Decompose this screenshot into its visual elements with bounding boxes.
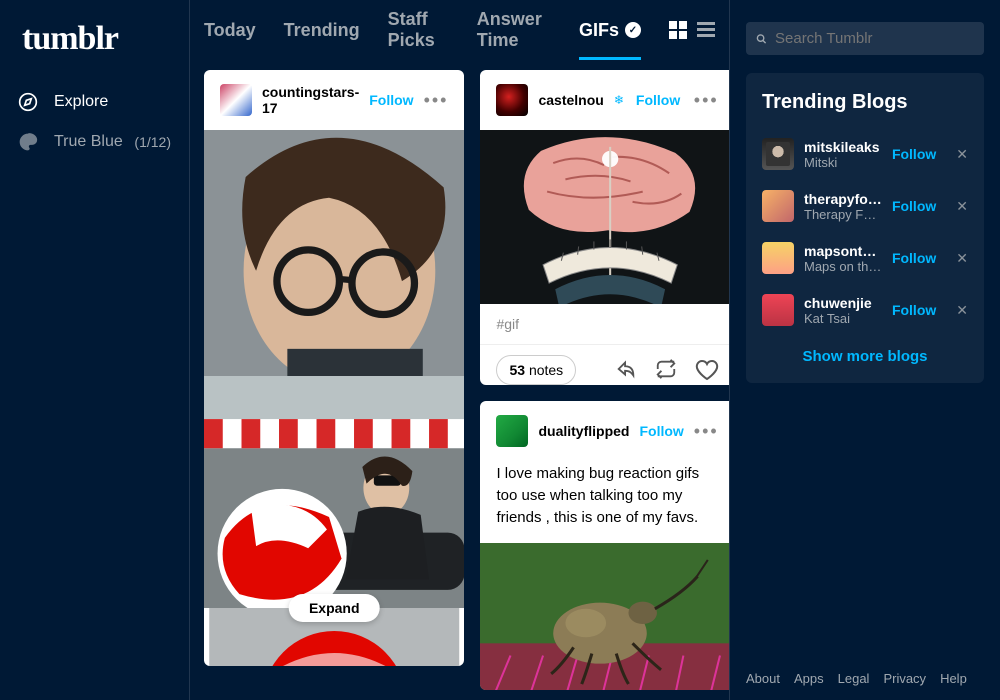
- follow-link[interactable]: Follow: [639, 423, 683, 439]
- post-username[interactable]: countingstars-17: [262, 84, 359, 116]
- follow-link[interactable]: Follow: [892, 250, 936, 266]
- follow-link[interactable]: Follow: [892, 146, 936, 162]
- tab-label: GIFs: [579, 20, 619, 41]
- nav-label: True Blue: [54, 133, 134, 151]
- footer-privacy[interactable]: Privacy: [883, 671, 926, 686]
- post-body: I love making bug reaction gifs too use …: [480, 461, 729, 542]
- blog-name[interactable]: mapsontheweb: [804, 243, 882, 259]
- dismiss-icon[interactable]: ✕: [956, 302, 968, 319]
- blog-row: therapyforblackgirlsTherapy For Black...…: [746, 180, 984, 232]
- blog-name[interactable]: mitskileaks: [804, 139, 882, 155]
- sidebar-left: tumblr Explore True Blue (1/12): [0, 0, 190, 700]
- follow-link[interactable]: Follow: [369, 92, 413, 108]
- logo[interactable]: tumblr: [0, 20, 189, 82]
- more-icon[interactable]: •••: [694, 90, 719, 111]
- tabs: Today Trending Staff Picks Answer Time G…: [190, 0, 729, 60]
- avatar[interactable]: [762, 242, 794, 274]
- search-box[interactable]: [746, 22, 984, 55]
- post-card: dualityflipped Follow ••• I love making …: [480, 401, 729, 690]
- blog-row: mapsonthewebMaps on the Web Follow ✕: [746, 232, 984, 284]
- follow-link[interactable]: Follow: [636, 92, 680, 108]
- expand-button[interactable]: Expand: [289, 594, 380, 622]
- tab-answer-time[interactable]: Answer Time: [477, 0, 551, 60]
- footer-apps[interactable]: Apps: [794, 671, 824, 686]
- tab-staff-picks[interactable]: Staff Picks: [388, 0, 449, 60]
- blog-subtitle: Maps on the Web: [804, 259, 882, 274]
- view-toggle: [669, 21, 715, 39]
- blog-row: mitskileaksMitski Follow ✕: [746, 128, 984, 180]
- show-more-blogs[interactable]: Show more blogs: [746, 336, 984, 369]
- dismiss-icon[interactable]: ✕: [956, 250, 968, 267]
- dismiss-icon[interactable]: ✕: [956, 146, 968, 163]
- blog-subtitle: Therapy For Black...: [804, 207, 882, 222]
- search-icon: [756, 31, 767, 47]
- compass-icon: [18, 92, 38, 112]
- trending-blogs: Trending Blogs mitskileaksMitski Follow …: [746, 73, 984, 383]
- avatar[interactable]: [220, 84, 252, 116]
- post-image[interactable]: [204, 130, 464, 376]
- check-icon: ✓: [625, 22, 641, 38]
- nav-explore[interactable]: Explore: [0, 82, 189, 122]
- share-icon[interactable]: [615, 358, 637, 380]
- search-input[interactable]: [775, 30, 974, 47]
- avatar[interactable]: [762, 138, 794, 170]
- footer-help[interactable]: Help: [940, 671, 967, 686]
- notes-button[interactable]: 53 notes: [496, 355, 576, 385]
- avatar[interactable]: [762, 294, 794, 326]
- dismiss-icon[interactable]: ✕: [956, 198, 968, 215]
- more-icon[interactable]: •••: [694, 421, 719, 442]
- tab-trending[interactable]: Trending: [284, 0, 360, 60]
- footer-legal[interactable]: Legal: [838, 671, 870, 686]
- post-image[interactable]: Expand: [204, 376, 464, 608]
- footer-links: About Apps Legal Privacy Help: [746, 657, 984, 700]
- more-icon[interactable]: •••: [424, 90, 449, 111]
- post-image[interactable]: [480, 543, 729, 690]
- blog-subtitle: Kat Tsai: [804, 311, 882, 326]
- post-card: castelnou ❄ Follow •••: [480, 70, 729, 385]
- trending-title: Trending Blogs: [746, 91, 984, 128]
- post-image[interactable]: [480, 130, 729, 304]
- sidebar-right: Trending Blogs mitskileaksMitski Follow …: [730, 0, 1000, 700]
- tab-today[interactable]: Today: [204, 0, 256, 60]
- palette-icon: [18, 132, 38, 152]
- tab-gifs[interactable]: GIFs ✓: [579, 0, 641, 60]
- verified-icon: ❄: [614, 93, 624, 107]
- feed: countingstars-17 Follow •••: [190, 60, 729, 700]
- blog-subtitle: Mitski: [804, 155, 882, 170]
- nav-true-blue[interactable]: True Blue (1/12): [0, 122, 189, 162]
- footer-about[interactable]: About: [746, 671, 780, 686]
- follow-link[interactable]: Follow: [892, 302, 936, 318]
- like-icon[interactable]: [695, 358, 719, 382]
- blog-name[interactable]: therapyforblackgirls: [804, 191, 882, 207]
- avatar[interactable]: [496, 84, 528, 116]
- post-username[interactable]: castelnou: [538, 92, 603, 108]
- avatar[interactable]: [762, 190, 794, 222]
- nav-label: Explore: [54, 93, 171, 111]
- post-card: countingstars-17 Follow •••: [204, 70, 464, 666]
- post-username[interactable]: dualityflipped: [538, 423, 629, 439]
- follow-link[interactable]: Follow: [892, 198, 936, 214]
- avatar[interactable]: [496, 415, 528, 447]
- reblog-icon[interactable]: [655, 358, 677, 380]
- post-tags[interactable]: #gif: [480, 304, 729, 344]
- nav-count: (1/12): [134, 134, 171, 150]
- blog-row: chuwenjieKat Tsai Follow ✕: [746, 284, 984, 336]
- blog-name[interactable]: chuwenjie: [804, 295, 882, 311]
- grid-view-icon[interactable]: [669, 21, 687, 39]
- list-view-icon[interactable]: [697, 21, 715, 39]
